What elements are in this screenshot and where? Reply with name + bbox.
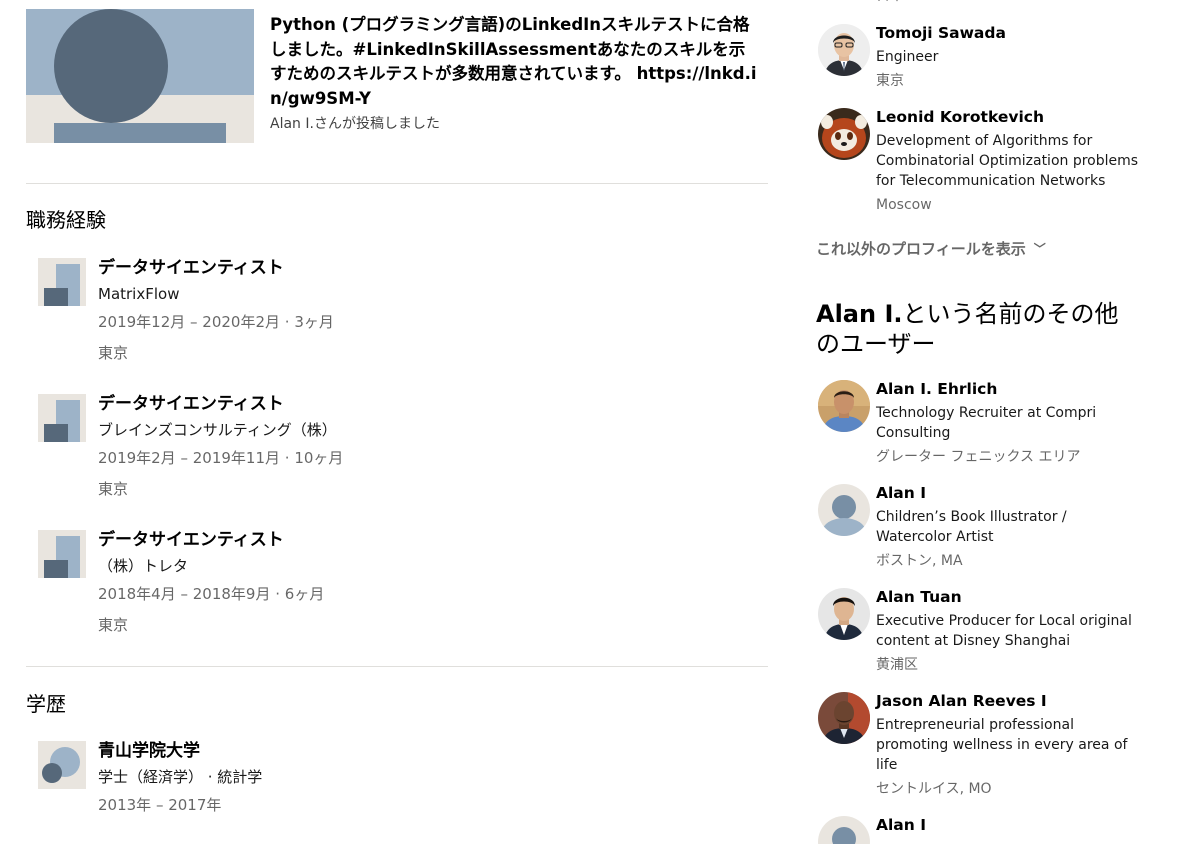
person-headline: Children’s Book Illustrator / Watercolor…	[876, 509, 1067, 545]
person-headline: Entrepreneurial professional promoting w…	[876, 717, 1128, 773]
profile-page: Python (プログラミング言語)のLinkedInスキルテストに合格しました…	[0, 0, 1192, 844]
person-name[interactable]: Alan I	[876, 814, 1146, 836]
post-title[interactable]: Python (プログラミング言語)のLinkedInスキルテストに合格しました…	[270, 13, 760, 111]
person-location: Moscow	[876, 197, 932, 213]
person-location: グレーター フェニックス エリア	[876, 449, 1081, 465]
school-logo-placeholder-icon	[38, 741, 86, 789]
job-title: データサイエンティスト	[98, 530, 284, 550]
job-location: 東京	[98, 480, 129, 498]
avatar[interactable]	[818, 380, 870, 432]
show-more-profiles-button[interactable]: これ以外のプロフィールを表示 ﹀	[816, 238, 1046, 260]
avatar[interactable]	[818, 588, 870, 640]
post-thumbnail[interactable]	[26, 9, 254, 143]
show-more-label: これ以外のプロフィールを表示	[816, 240, 1026, 258]
job-dates: 2019年2月 – 2019年11月 · 10ヶ月	[98, 449, 344, 467]
chevron-down-icon: ﹀	[1033, 242, 1046, 256]
person-name[interactable]: Alan I. Ehrlich	[876, 378, 1146, 400]
person-headline: Executive Producer for Local original co…	[876, 613, 1132, 649]
school-name: 青山学院大学	[98, 741, 200, 761]
job-location: 東京	[98, 344, 129, 362]
avatar-placeholder-icon[interactable]	[818, 816, 870, 844]
post-author: Alan I.さんが投稿しました	[270, 116, 440, 132]
education-dates: 2013年 – 2017年	[98, 796, 222, 814]
person-location: 東京	[876, 73, 904, 89]
degree: 学士（経済学） · 統計学	[98, 768, 263, 786]
experience-section-title: 職務経験	[26, 208, 106, 232]
activity-post[interactable]: Python (プログラミング言語)のLinkedInスキルテストに合格しました…	[26, 9, 768, 149]
education-section-title: 学歴	[26, 692, 66, 716]
post-text: Python (プログラミング言語)のLinkedInスキルテストに合格しました…	[270, 13, 760, 134]
company-logo-placeholder-icon	[38, 394, 86, 442]
person-name[interactable]: Leonid Korotkevich	[876, 106, 1146, 128]
person-location: 黄浦区	[876, 657, 918, 673]
job-location: 東京	[98, 616, 129, 634]
person-name[interactable]: Alan Tuan	[876, 586, 1146, 608]
company-logo-placeholder-icon	[38, 530, 86, 578]
job-title: データサイエンティスト	[98, 394, 284, 414]
section-divider	[26, 183, 768, 184]
person-name[interactable]: Jason Alan Reeves I	[876, 690, 1146, 712]
company-name: （株）トレタ	[98, 557, 189, 575]
heading-name: Alan I.	[816, 300, 903, 328]
avatar-placeholder-icon[interactable]	[818, 484, 870, 536]
company-name: MatrixFlow	[98, 285, 180, 303]
job-dates: 2019年12月 – 2020年2月 · 3ヶ月	[98, 313, 334, 331]
avatar[interactable]	[818, 108, 870, 160]
cut-off-location: 日本	[876, 0, 904, 6]
avatar[interactable]	[818, 692, 870, 744]
person-headline: Engineer	[876, 49, 939, 65]
others-named-heading: Alan I.という名前のその他のユーザー	[816, 299, 1136, 359]
job-title: データサイエンティスト	[98, 258, 284, 278]
company-logo-placeholder-icon	[38, 258, 86, 306]
person-name[interactable]: Tomoji Sawada	[876, 22, 1146, 44]
person-location: セントルイス, MO	[876, 781, 992, 797]
person-name[interactable]: Alan I	[876, 482, 1146, 504]
person-headline: Development of Algorithms for Combinator…	[876, 133, 1139, 189]
job-dates: 2018年4月 – 2018年9月 · 6ヶ月	[98, 585, 325, 603]
person-location: ボストン, MA	[876, 553, 963, 569]
avatar[interactable]	[818, 24, 870, 76]
person-headline: Technology Recruiter at Compri Consultin…	[876, 405, 1097, 441]
section-divider	[26, 666, 768, 667]
company-name: ブレインズコンサルティング（株）	[98, 421, 337, 439]
